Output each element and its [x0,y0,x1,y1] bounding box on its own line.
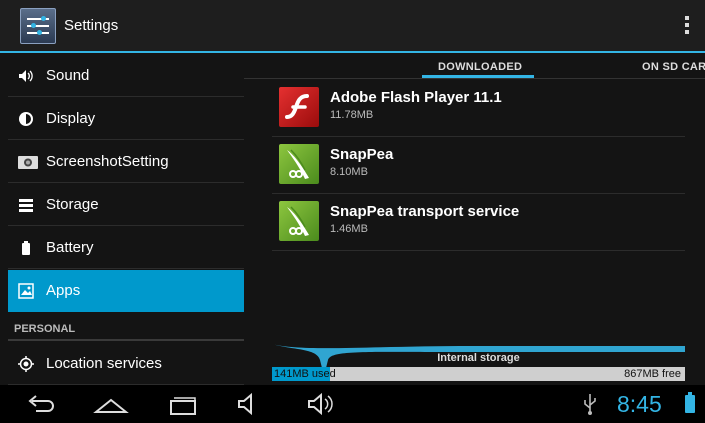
sidebar-item-battery[interactable]: Battery [8,227,244,269]
apps-icon [18,283,34,299]
sidebar-item-label: Apps [46,282,81,299]
tab-on-sd-card[interactable]: ON SD CARD [642,61,705,73]
storage-used-label: 141MB used [274,368,336,380]
app-title: Settings [64,17,119,34]
brightness-icon [19,112,33,126]
battery-icon [22,241,30,255]
app-list-item[interactable]: SnapPea transport service 1.46MB [272,194,685,251]
volume-up-icon[interactable] [303,392,339,416]
speaker-icon [19,70,33,82]
sidebar-item-screenshotsetting[interactable]: ScreenshotSetting [8,141,244,183]
flash-player-icon [279,87,319,127]
app-size: 8.10MB [330,166,368,178]
clock: 8:45 [617,391,662,417]
settings-sidebar: Sound Display ScreenshotSetting Storage … [0,55,244,385]
app-list-item[interactable]: Adobe Flash Player 11.1 11.78MB [272,80,685,137]
home-icon[interactable] [93,392,129,416]
sidebar-item-label: Location services [46,355,162,372]
app-name: SnapPea [330,146,394,163]
storage-free-label: 867MB free [624,368,681,380]
volume-down-icon[interactable] [233,392,269,416]
sidebar-item-label: Sound [46,67,90,84]
sidebar-item-location-services[interactable]: Location services [8,343,244,385]
storage-label: Internal storage [437,352,520,364]
recent-apps-icon[interactable] [165,392,201,416]
sidebar-item-label: Battery [46,239,94,256]
tab-downloaded[interactable]: DOWNLOADED [438,61,522,73]
overflow-menu-icon[interactable] [685,16,689,36]
sidebar-item-storage[interactable]: Storage [8,184,244,226]
app-list-item[interactable]: SnapPea 8.10MB [272,137,685,194]
storage-icon [19,199,33,212]
sidebar-item-sound[interactable]: Sound [8,55,244,97]
usb-icon [584,394,596,415]
app-size: 11.78MB [330,109,374,121]
snappea-icon [279,144,319,184]
action-bar: Settings [0,0,705,53]
settings-sliders-icon[interactable] [20,8,56,44]
camera-icon [18,156,38,169]
tab-selected-indicator [422,75,534,78]
storage-usage-bar: 141MB used 867MB free [272,367,685,381]
sidebar-item-label: Display [46,110,96,127]
back-icon[interactable] [23,392,59,416]
app-name: SnapPea transport service [330,203,520,220]
battery-status-icon [685,392,695,413]
sidebar-item-label: Storage [46,196,99,213]
sidebar-item-display[interactable]: Display [8,98,244,140]
system-navigation-bar: 8:45 [0,385,705,423]
app-tabs: DOWNLOADED ON SD CARD [244,55,705,79]
app-size: 1.46MB [330,223,368,235]
app-name: Adobe Flash Player 11.1 [330,89,502,106]
section-header-personal: PERSONAL [8,317,244,341]
sidebar-item-apps[interactable]: Apps [8,270,244,312]
sidebar-item-label: ScreenshotSetting [46,153,169,170]
snappea-icon [279,201,319,241]
location-icon [18,356,34,372]
